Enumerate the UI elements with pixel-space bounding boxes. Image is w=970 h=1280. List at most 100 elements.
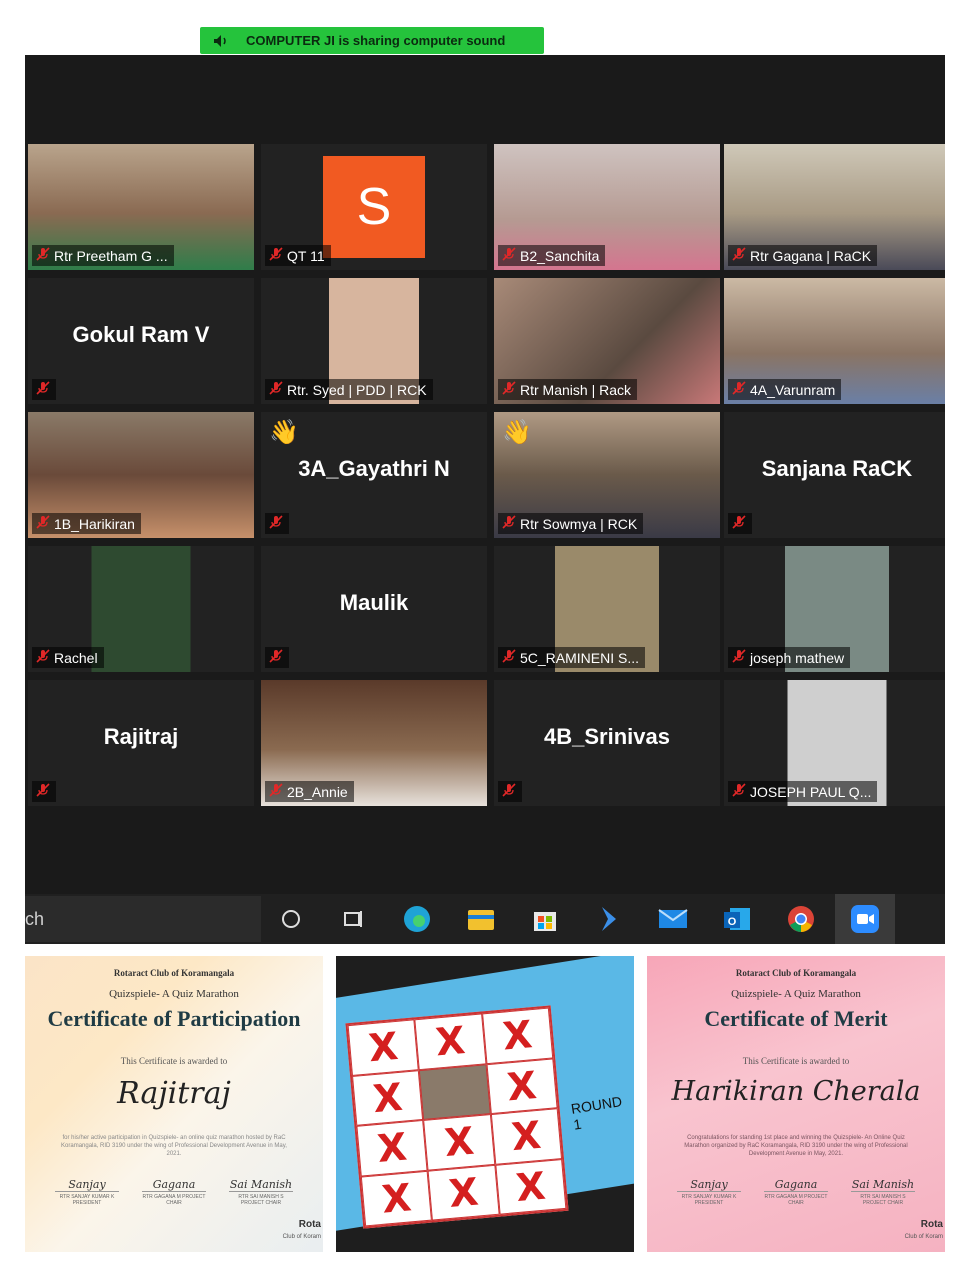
participant-tile[interactable]: Sanjana RaCK	[724, 412, 945, 538]
participant-tile[interactable]: 2B_Annie	[261, 680, 487, 806]
certificate-blurb: for his/her active participation in Quiz…	[61, 1135, 287, 1157]
participant-tile[interactable]: 3A_Gayathri N 👋	[261, 412, 487, 538]
participant-label	[728, 513, 752, 534]
club-name: Rotaract Club of Koramangala	[113, 968, 235, 978]
signature: Sai Manish RTR SAI MANISH S PROJECT CHAIR	[229, 1178, 293, 1206]
signature: Gagana RTR GAGANA M PROJECT CHAIR	[764, 1178, 828, 1206]
task-view-icon[interactable]	[275, 903, 307, 935]
certificate-blurb: Congratulations for standing 1st place a…	[684, 1135, 908, 1157]
crossed-cell: X	[481, 1007, 554, 1064]
quiz-round-card: XXXXXXXXXXX ROUND 1	[336, 956, 634, 1252]
participant-name-center: Gokul Ram V	[72, 322, 210, 347]
edge-icon[interactable]	[401, 903, 433, 935]
participant-tile[interactable]: 4B_Srinivas	[494, 680, 720, 806]
participant-label: 4A_Varunram	[728, 379, 842, 400]
participant-name-center: Rajitraj	[103, 724, 179, 749]
muted-mic-icon	[269, 783, 283, 800]
muted-mic-icon	[269, 247, 283, 264]
participant-tile[interactable]: Rtr Gagana | RaCK	[724, 144, 945, 270]
svg-text:O: O	[728, 916, 737, 928]
muted-mic-icon	[36, 649, 50, 666]
participant-label: JOSEPH PAUL Q...	[728, 781, 878, 802]
participant-tile[interactable]: Gokul Ram V	[28, 278, 254, 404]
participant-tile[interactable]: Rachel	[28, 546, 254, 672]
participant-label	[265, 513, 289, 534]
crossed-cell: X	[494, 1158, 567, 1215]
sharing-banner-text: COMPUTER JI is sharing computer sound	[246, 33, 506, 48]
crossed-cell: X	[347, 1019, 420, 1076]
chrome-icon[interactable]	[785, 903, 817, 935]
participant-name: 2B_Annie	[287, 783, 348, 800]
raised-hand-icon: 👋	[502, 419, 532, 446]
participant-tile[interactable]: 4A_Varunram	[724, 278, 945, 404]
muted-mic-icon	[502, 381, 516, 398]
club-footer-sub: Club of Koram	[282, 1234, 321, 1240]
participant-tile[interactable]: 1B_Harikiran	[28, 412, 254, 538]
file-explorer-icon[interactable]	[465, 903, 497, 935]
power-automate-icon[interactable]	[593, 903, 625, 935]
muted-mic-icon	[36, 515, 50, 532]
signature: Sanjay RTR SANJAY KUMAR K PRESIDENT	[677, 1178, 741, 1206]
participant-tile[interactable]: Rajitraj	[28, 680, 254, 806]
outlook-icon[interactable]: O	[721, 903, 753, 935]
participant-label: 5C_RAMINENI S...	[498, 647, 646, 668]
muted-mic-icon	[732, 515, 746, 532]
participant-tile[interactable]: S QT 11	[261, 144, 487, 270]
quiz-grid: XXXXXXXXXXX	[345, 1005, 569, 1229]
participant-tile[interactable]: Rtr Preetham G ...	[28, 144, 254, 270]
participant-name: 5C_RAMINENI S...	[520, 649, 640, 666]
muted-mic-icon	[502, 649, 516, 666]
certificate-title: Certificate of Participation	[47, 1006, 301, 1031]
crossed-cell: X	[490, 1108, 563, 1165]
participant-label: B2_Sanchita	[498, 245, 606, 266]
participant-label: QT 11	[265, 245, 331, 266]
participant-tile[interactable]: 5C_RAMINENI S...	[494, 546, 720, 672]
muted-mic-icon	[732, 381, 746, 398]
club-footer: Rota	[298, 1219, 321, 1230]
participant-tile[interactable]: 👋 Rtr Sowmya | RCK	[494, 412, 720, 538]
crossed-cell: X	[360, 1170, 433, 1227]
revealed-picture-cell	[419, 1063, 491, 1120]
participant-tile[interactable]: Rtr Manish | Rack	[494, 278, 720, 404]
awarded-text: This Certificate is awarded to	[120, 1056, 228, 1066]
awarded-text: This Certificate is awarded to	[742, 1056, 850, 1066]
participant-tile[interactable]: Rtr. Syed | PDD | RCK	[261, 278, 487, 404]
raised-hand-icon: 👋	[269, 419, 299, 446]
taskbar-search[interactable]: ch	[25, 896, 261, 942]
participant-name: Rtr Preetham G ...	[54, 247, 168, 264]
participant-name: Rtr Manish | Rack	[520, 381, 631, 398]
zoom-icon[interactable]	[849, 903, 881, 935]
participant-tile[interactable]: B2_Sanchita	[494, 144, 720, 270]
muted-mic-icon	[269, 515, 283, 532]
crossed-cell: X	[356, 1119, 428, 1177]
club-footer: Rota	[920, 1219, 943, 1230]
participant-name: Rachel	[54, 649, 98, 666]
participant-tile[interactable]: JOSEPH PAUL Q...	[724, 680, 945, 806]
muted-mic-icon	[36, 381, 50, 398]
participant-name-center: 4B_Srinivas	[544, 724, 670, 749]
taskbar-search-text: ch	[25, 908, 45, 929]
certificate-participation: Rotaract Club of Koramangala Quizspiele-…	[25, 956, 323, 1252]
muted-mic-icon	[732, 783, 746, 800]
signatures: Sanjay RTR SANJAY KUMAR K PRESIDENT Gagan…	[677, 1178, 915, 1206]
recipient-name: Rajitraj	[117, 1076, 231, 1111]
participant-label	[32, 781, 56, 802]
participant-name: QT 11	[287, 247, 325, 264]
participant-tile[interactable]: joseph mathew	[724, 546, 945, 672]
speaker-icon	[210, 34, 232, 48]
crossed-cell: X	[414, 1013, 487, 1070]
crossed-cell: X	[351, 1069, 424, 1126]
muted-mic-icon	[269, 381, 283, 398]
certificate-title: Certificate of Merit	[704, 1006, 888, 1031]
signature: Sanjay RTR SANJAY KUMAR K PRESIDENT	[55, 1178, 119, 1206]
participant-label: 2B_Annie	[265, 781, 354, 802]
store-icon[interactable]	[529, 903, 561, 935]
muted-mic-icon	[502, 515, 516, 532]
participant-tile[interactable]: Maulik	[261, 546, 487, 672]
widgets-icon[interactable]	[337, 903, 369, 935]
signature: Sai Manish RTR SAI MANISH S PROJECT CHAIR	[851, 1178, 915, 1206]
participant-label: Rtr Manish | Rack	[498, 379, 637, 400]
mail-icon[interactable]	[657, 903, 689, 935]
participant-label	[265, 647, 289, 668]
muted-mic-icon	[502, 247, 516, 264]
